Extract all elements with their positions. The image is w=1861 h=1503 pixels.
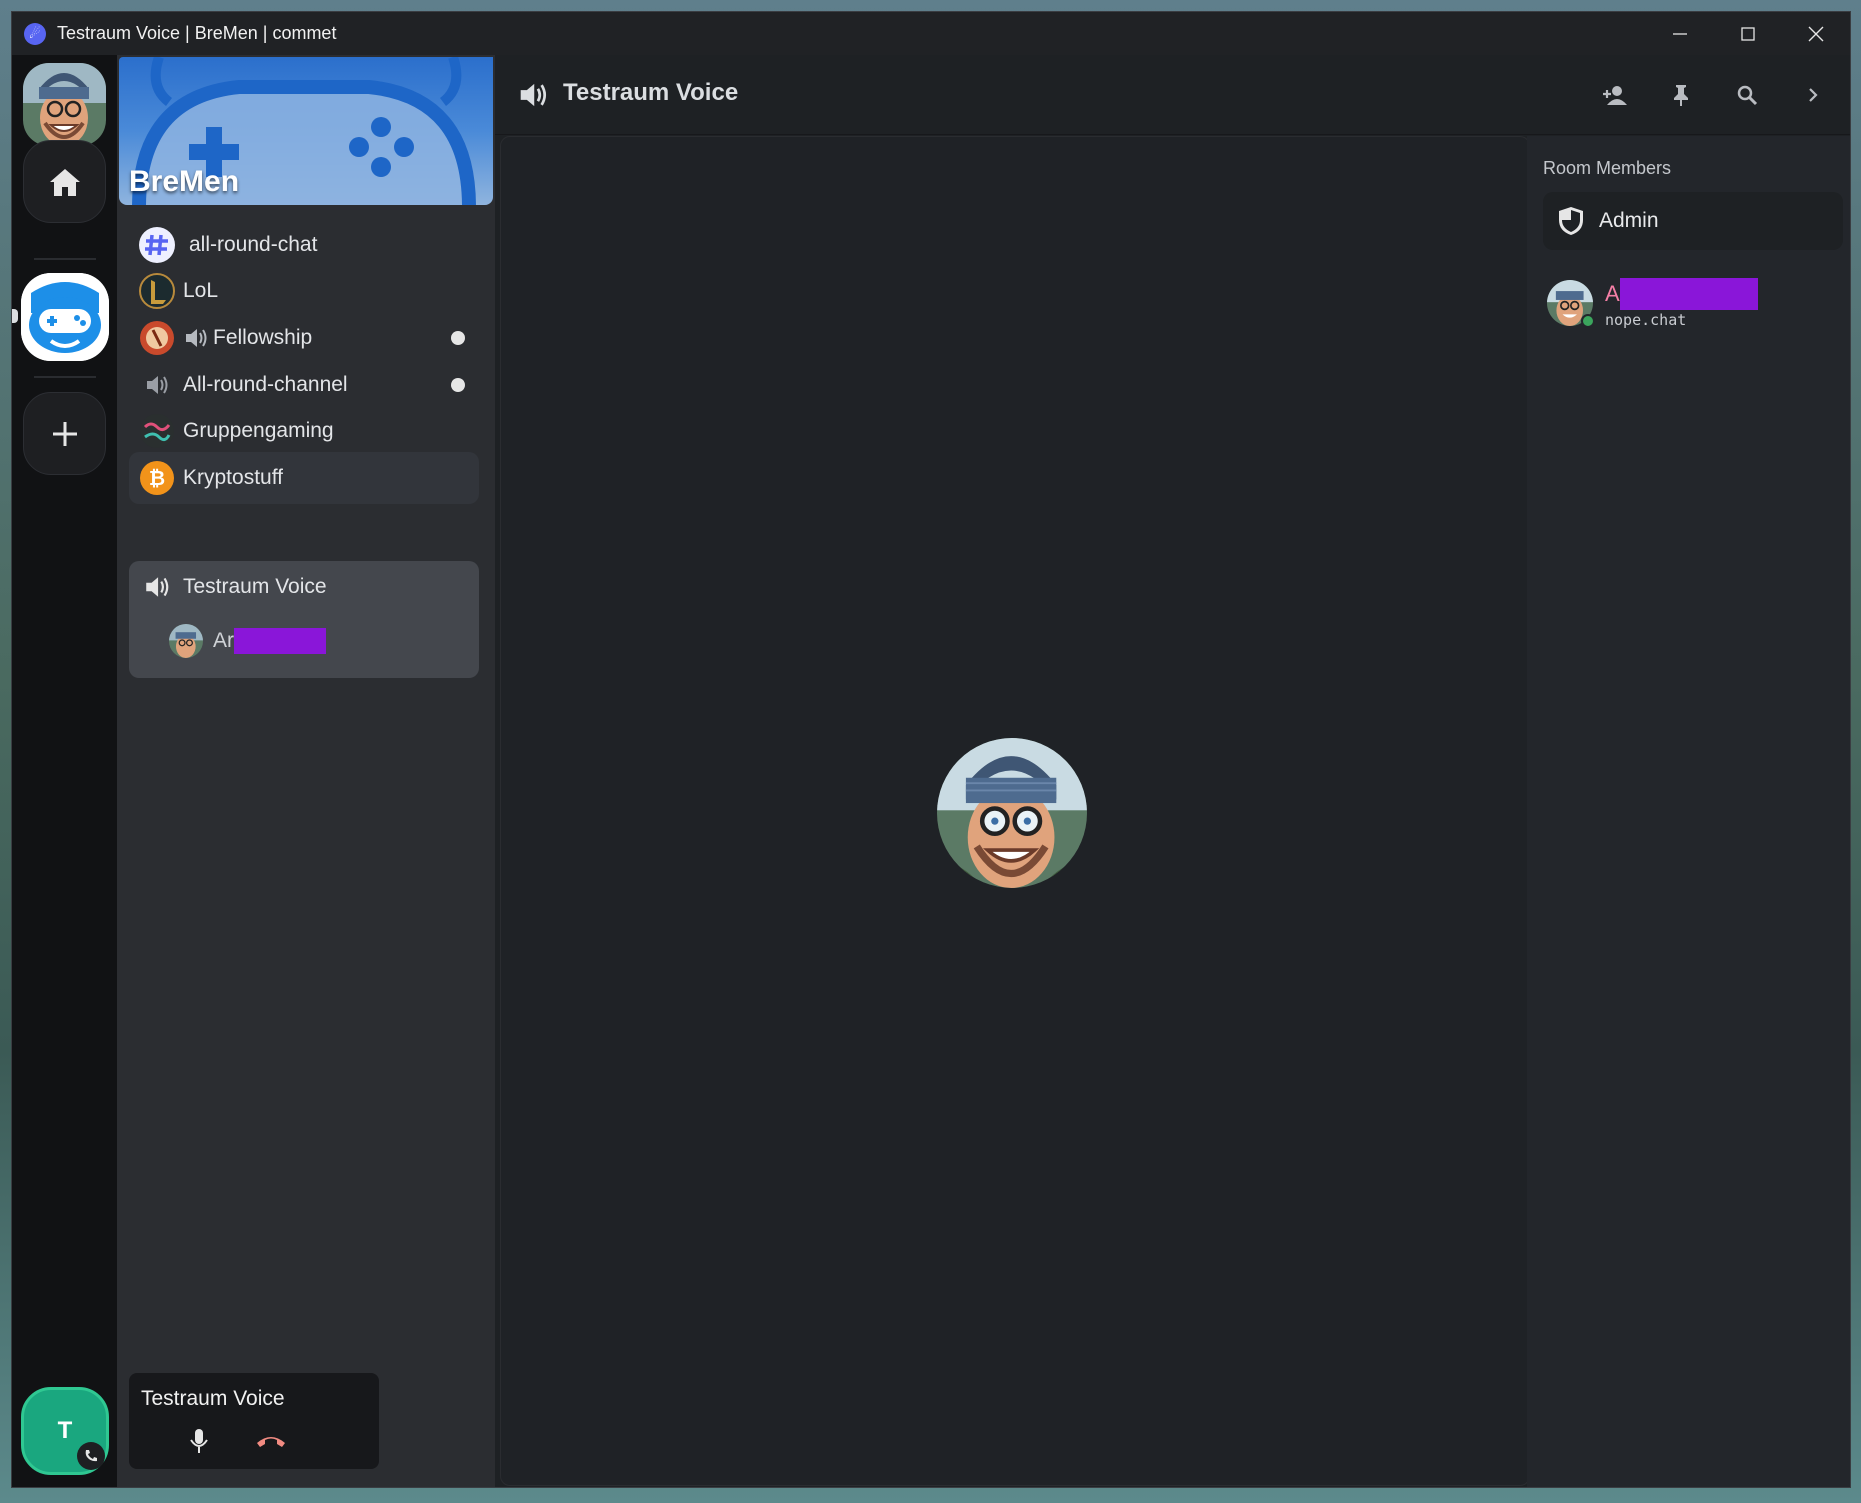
server-bremen-icon[interactable]: [21, 273, 109, 361]
voice-connection-panel: Testraum Voice: [129, 1373, 379, 1469]
active-voice-channel-group: Testraum Voice Ar: [129, 561, 479, 678]
voice-participant[interactable]: Ar: [169, 624, 326, 658]
voice-stage: [500, 136, 1530, 1486]
channel-label: Testraum Voice: [183, 575, 327, 598]
server-name: BreMen: [129, 165, 240, 198]
call-badge: [77, 1442, 105, 1470]
profile-avatar[interactable]: [23, 63, 106, 146]
channel-all-round-channel[interactable]: All-round-channel: [129, 359, 479, 411]
hash-icon: [139, 227, 175, 263]
avatar-face-icon: [23, 63, 106, 146]
pinned-button[interactable]: [1665, 79, 1697, 111]
avatar-face-icon: [937, 738, 1087, 888]
channel-sidebar: BreMen all-round-chat LoL Fellowship All…: [117, 55, 495, 1487]
gamepad-mascot-icon: [21, 273, 109, 361]
minimize-button[interactable]: [1646, 12, 1714, 55]
header-title: Testraum Voice: [563, 79, 739, 106]
channel-label: All-round-channel: [183, 373, 348, 396]
participant-name: Ar: [213, 629, 234, 652]
title-bar: ☄ Testraum Voice | BreMen | commet: [12, 12, 1850, 55]
toggle-members-button[interactable]: [1797, 79, 1829, 111]
graffiti-icon: [139, 413, 175, 449]
member-name-text: A: [1605, 281, 1620, 306]
speaker-icon: [139, 569, 175, 605]
channel-fellowship[interactable]: Fellowship: [129, 312, 479, 364]
rail-separator: [34, 258, 96, 260]
member-homeserver: nope.chat: [1605, 311, 1687, 329]
hangup-icon: [257, 1437, 285, 1447]
maximize-icon: [1741, 26, 1755, 41]
disconnect-button[interactable]: [255, 1425, 287, 1457]
channel-label: Kryptostuff: [183, 466, 283, 489]
channel-lol[interactable]: LoL: [129, 265, 479, 317]
channel-testraum-voice[interactable]: Testraum Voice: [129, 561, 479, 613]
close-icon: [1808, 26, 1824, 41]
chevron-right-icon: [1809, 88, 1818, 102]
home-icon: [49, 168, 80, 196]
redaction-block: [1619, 278, 1758, 310]
participant-avatar: [169, 624, 203, 658]
close-button[interactable]: [1782, 12, 1850, 55]
speaking-participant-avatar[interactable]: [937, 738, 1087, 888]
search-button[interactable]: [1731, 79, 1763, 111]
member-item[interactable]: A nope.chat: [1547, 276, 1847, 336]
shield-icon: [1557, 205, 1585, 237]
redaction-block: [234, 628, 326, 654]
role-group-admin[interactable]: Admin: [1543, 192, 1843, 250]
user-voice-status-button[interactable]: T: [21, 1387, 109, 1475]
league-icon: [139, 273, 175, 309]
app-logo-icon: ☄: [24, 22, 46, 45]
search-icon: [1737, 85, 1758, 106]
member-name: A: [1605, 278, 1758, 310]
channel-kryptostuff[interactable]: ₿ Kryptostuff: [129, 452, 479, 504]
selected-server-indicator: [12, 309, 18, 323]
fellowship-server-icon: [139, 320, 175, 356]
phone-icon: [85, 1450, 97, 1462]
online-status-dot: [1581, 314, 1595, 328]
microphone-icon: [190, 1429, 208, 1453]
app-window: ☄ Testraum Voice | BreMen | commet T Bre…: [11, 11, 1851, 1488]
speaker-icon: [183, 325, 209, 351]
voice-panel-title: Testraum Voice: [141, 1387, 285, 1410]
user-initial: T: [57, 1417, 73, 1444]
window-controls: [1646, 12, 1850, 55]
pin-icon: [1674, 85, 1688, 106]
channel-label: LoL: [183, 279, 219, 302]
add-server-button[interactable]: [23, 392, 106, 475]
channel-label: Gruppengaming: [183, 419, 334, 442]
channel-header: Testraum Voice: [495, 55, 1850, 135]
speaker-icon: [139, 367, 175, 403]
plus-icon: [52, 421, 77, 446]
server-banner[interactable]: BreMen: [119, 57, 493, 205]
channel-label: Fellowship: [213, 326, 313, 349]
speaker-icon: [517, 79, 549, 116]
add-person-icon: [1603, 86, 1627, 105]
svg-text:₿: ₿: [149, 468, 165, 490]
channel-label: all-round-chat: [189, 233, 318, 256]
members-panel: Room Members Admin A nope.chat: [1527, 136, 1850, 1487]
maximize-button[interactable]: [1714, 12, 1782, 55]
channel-all-round-chat[interactable]: all-round-chat: [129, 219, 479, 271]
unread-dot: [451, 331, 465, 345]
role-label: Admin: [1599, 209, 1659, 232]
window-title: Testraum Voice | BreMen | commet: [57, 23, 337, 43]
unread-dot: [451, 378, 465, 392]
members-title: Room Members: [1543, 158, 1672, 178]
channel-gruppengaming[interactable]: Gruppengaming: [129, 405, 479, 457]
bitcoin-icon: ₿: [139, 460, 175, 496]
invite-button[interactable]: [1599, 79, 1631, 111]
minimize-icon: [1673, 32, 1687, 35]
rail-separator: [34, 376, 96, 378]
home-button[interactable]: [23, 140, 106, 223]
mute-button[interactable]: [183, 1425, 215, 1457]
server-rail: T: [12, 55, 117, 1487]
